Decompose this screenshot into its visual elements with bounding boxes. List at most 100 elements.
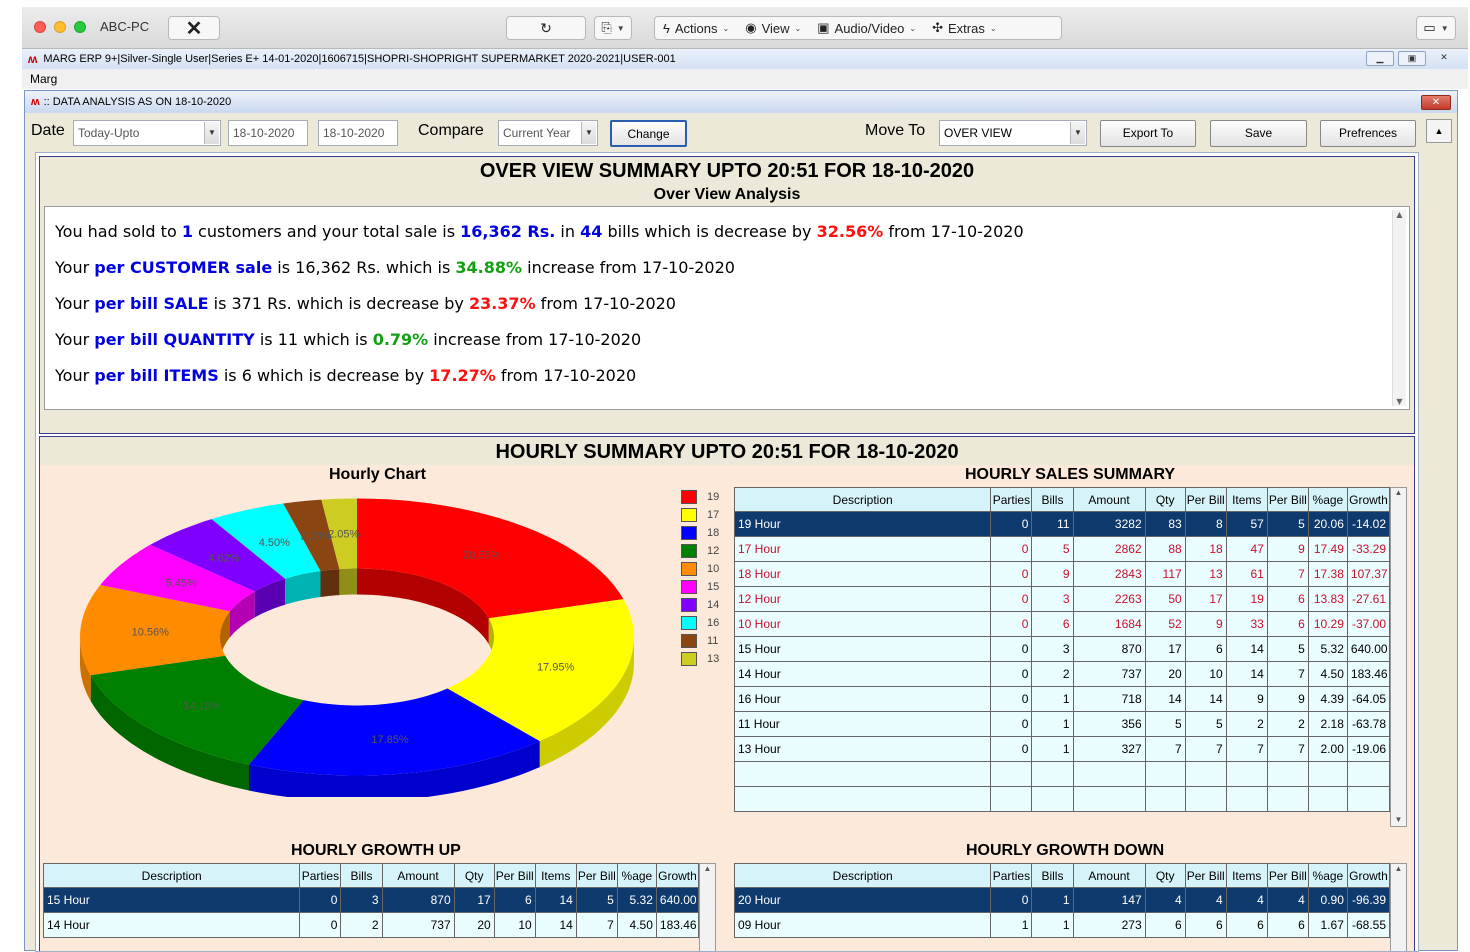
column-header[interactable]: %age — [1307, 487, 1348, 512]
refresh-button[interactable]: ↻ — [506, 16, 586, 40]
save-button[interactable]: Save — [1210, 120, 1307, 147]
column-header[interactable]: Per Bill — [1266, 863, 1309, 888]
column-header[interactable]: Per Bill — [575, 863, 618, 888]
table-row[interactable]: 15 Hour 0 3 870 17 6 14 5 5.32 640.00 — [733, 636, 1391, 662]
column-header[interactable]: Bills — [1031, 487, 1074, 512]
change-button[interactable]: Change — [610, 120, 687, 147]
overview-scrollbar[interactable]: ▲ ▼ — [1392, 210, 1406, 406]
window-scrollbar[interactable]: ▲ — [1424, 115, 1454, 947]
column-header[interactable]: %age — [616, 863, 657, 888]
menu-marg[interactable]: Marg — [30, 72, 57, 86]
column-header[interactable]: Parties — [990, 487, 1033, 512]
audio-video-menu[interactable]: ▣ Audio/Video ⌄ — [809, 17, 924, 39]
chevron-down-icon[interactable]: ▼ — [204, 122, 219, 144]
row-value: 14 — [534, 912, 577, 938]
column-header[interactable]: Amount — [1072, 863, 1146, 888]
column-header[interactable]: Parties — [299, 863, 342, 888]
column-header[interactable]: Description — [42, 863, 301, 888]
chevron-down-icon[interactable]: ▼ — [1070, 122, 1085, 144]
row-value: 7 — [1144, 736, 1186, 762]
row-value: 0 — [990, 611, 1033, 637]
column-header[interactable]: Description — [733, 487, 992, 512]
preferences-button[interactable]: Prefrences — [1320, 120, 1416, 147]
row-value: 1 — [1031, 736, 1074, 762]
column-header[interactable]: Description — [733, 863, 992, 888]
column-header[interactable]: Amount — [1072, 487, 1146, 512]
move-to-select[interactable]: OVER VIEW ▼ — [939, 120, 1087, 146]
table-row[interactable]: 14 Hour 0 2 737 20 10 14 7 4.50 183.46 — [42, 912, 700, 938]
growth-down-scrollbar[interactable]: ▲ — [1390, 863, 1407, 951]
row-value: 0 — [990, 711, 1033, 737]
legend-swatch — [681, 652, 697, 666]
table-row[interactable]: 17 Hour 0 5 2862 88 18 47 9 17.49 -33.29 — [733, 536, 1391, 562]
row-value: 14 — [1225, 636, 1268, 662]
chevron-down-icon[interactable]: ▼ — [581, 122, 596, 144]
column-header[interactable]: Per Bill — [1266, 487, 1309, 512]
table-row[interactable]: 09 Hour 1 1 273 6 6 6 6 1.67 -68.55 — [733, 912, 1391, 938]
zoom-window-button[interactable] — [74, 21, 86, 33]
column-header[interactable]: Growth — [655, 863, 700, 888]
table-row[interactable]: 19 Hour 0 11 3282 83 8 57 5 20.06 -14.02 — [733, 511, 1391, 537]
app-minimize-button[interactable]: ▁ — [1366, 51, 1394, 66]
column-header[interactable]: Growth — [1346, 863, 1391, 888]
row-value: 17.49 — [1307, 536, 1348, 562]
date-to-input[interactable]: 18-10-2020 — [318, 120, 398, 146]
disconnect-button[interactable]: ✕ — [168, 16, 220, 40]
table-row[interactable]: 13 Hour 0 1 327 7 7 7 7 2.00 -19.06 — [733, 736, 1391, 762]
clipboard-button[interactable]: ⎘ ▼ — [594, 16, 632, 40]
empty-cell — [1307, 786, 1348, 812]
view-menu[interactable]: ◉ View ⌄ — [737, 17, 809, 39]
marg-logo-icon: ʍ — [28, 52, 38, 66]
close-window-button[interactable] — [34, 21, 46, 33]
row-value: 6 — [1266, 611, 1309, 637]
column-header[interactable]: Items — [1225, 863, 1268, 888]
app-restore-button[interactable]: ▣ — [1398, 51, 1426, 66]
table-row[interactable]: 20 Hour 0 1 147 4 4 4 4 0.90 -96.39 — [733, 887, 1391, 913]
column-header[interactable]: Qty — [1144, 487, 1186, 512]
slice-label: 5.45% — [166, 577, 197, 589]
row-value: 9 — [1266, 536, 1309, 562]
extras-menu[interactable]: ✣ Extras ⌄ — [924, 17, 1004, 39]
column-header[interactable]: Bills — [1031, 863, 1074, 888]
column-header[interactable]: Per Bill — [1184, 487, 1227, 512]
actions-menu[interactable]: ϟ Actions ⌄ — [655, 17, 737, 39]
column-header[interactable]: Parties — [990, 863, 1033, 888]
app-close-button[interactable]: ✕ — [1430, 51, 1458, 66]
growth-up-title: HOURLY GROWTH UP — [291, 842, 461, 859]
sidebar-toggle-button[interactable]: ▭ ▼ — [1416, 16, 1456, 40]
table-row[interactable]: 11 Hour 0 1 356 5 5 2 2 2.18 -63.78 — [733, 711, 1391, 737]
compare-mode-select[interactable]: Current Year ▼ — [498, 120, 598, 146]
table-row[interactable]: 16 Hour 0 1 718 14 14 9 9 4.39 -64.05 — [733, 686, 1391, 712]
table-row[interactable]: 10 Hour 0 6 1684 52 9 33 6 10.29 -37.00 — [733, 611, 1391, 637]
column-header[interactable]: %age — [1307, 863, 1348, 888]
row-value: 147 — [1072, 887, 1146, 913]
row-description: 15 Hour — [733, 636, 992, 662]
column-header[interactable]: Per Bill — [1184, 863, 1227, 888]
date-from-input[interactable]: 18-10-2020 — [228, 120, 308, 146]
sales-table-scrollbar[interactable]: ▲ ▼ — [1390, 487, 1407, 827]
slice-label: 17.85% — [371, 734, 409, 746]
date-mode-select[interactable]: Today-Upto ▼ — [73, 120, 221, 146]
scroll-up-icon[interactable]: ▲ — [1426, 119, 1452, 143]
column-header[interactable]: Items — [534, 863, 577, 888]
overview-title: OVER VIEW SUMMARY UPTO 20:51 FOR 18-10-2… — [479, 160, 975, 182]
table-row[interactable]: 12 Hour 0 3 2263 50 17 19 6 13.83 -27.61 — [733, 586, 1391, 612]
slice-label: 2.23% — [300, 531, 331, 543]
column-header[interactable]: Per Bill — [493, 863, 536, 888]
window-close-button[interactable]: ✕ — [1421, 95, 1451, 110]
column-header[interactable]: Amount — [381, 863, 455, 888]
column-header[interactable]: Qty — [1144, 863, 1186, 888]
column-header[interactable]: Bills — [340, 863, 383, 888]
date-mode-value: Today-Upto — [78, 126, 140, 140]
column-header[interactable]: Qty — [453, 863, 495, 888]
date-label: Date — [31, 122, 65, 139]
table-row[interactable]: 14 Hour 0 2 737 20 10 14 7 4.50 183.46 — [733, 661, 1391, 687]
row-description: 14 Hour — [733, 661, 992, 687]
growth-up-scrollbar[interactable]: ▲ — [699, 863, 716, 951]
table-row[interactable]: 15 Hour 0 3 870 17 6 14 5 5.32 640.00 — [42, 887, 700, 913]
export-to-button[interactable]: Export To — [1100, 120, 1196, 147]
column-header[interactable]: Items — [1225, 487, 1268, 512]
table-row[interactable]: 18 Hour 0 9 2843 117 13 61 7 17.38 107.37 — [733, 561, 1391, 587]
minimize-window-button[interactable] — [54, 21, 66, 33]
column-header[interactable]: Growth — [1346, 487, 1391, 512]
